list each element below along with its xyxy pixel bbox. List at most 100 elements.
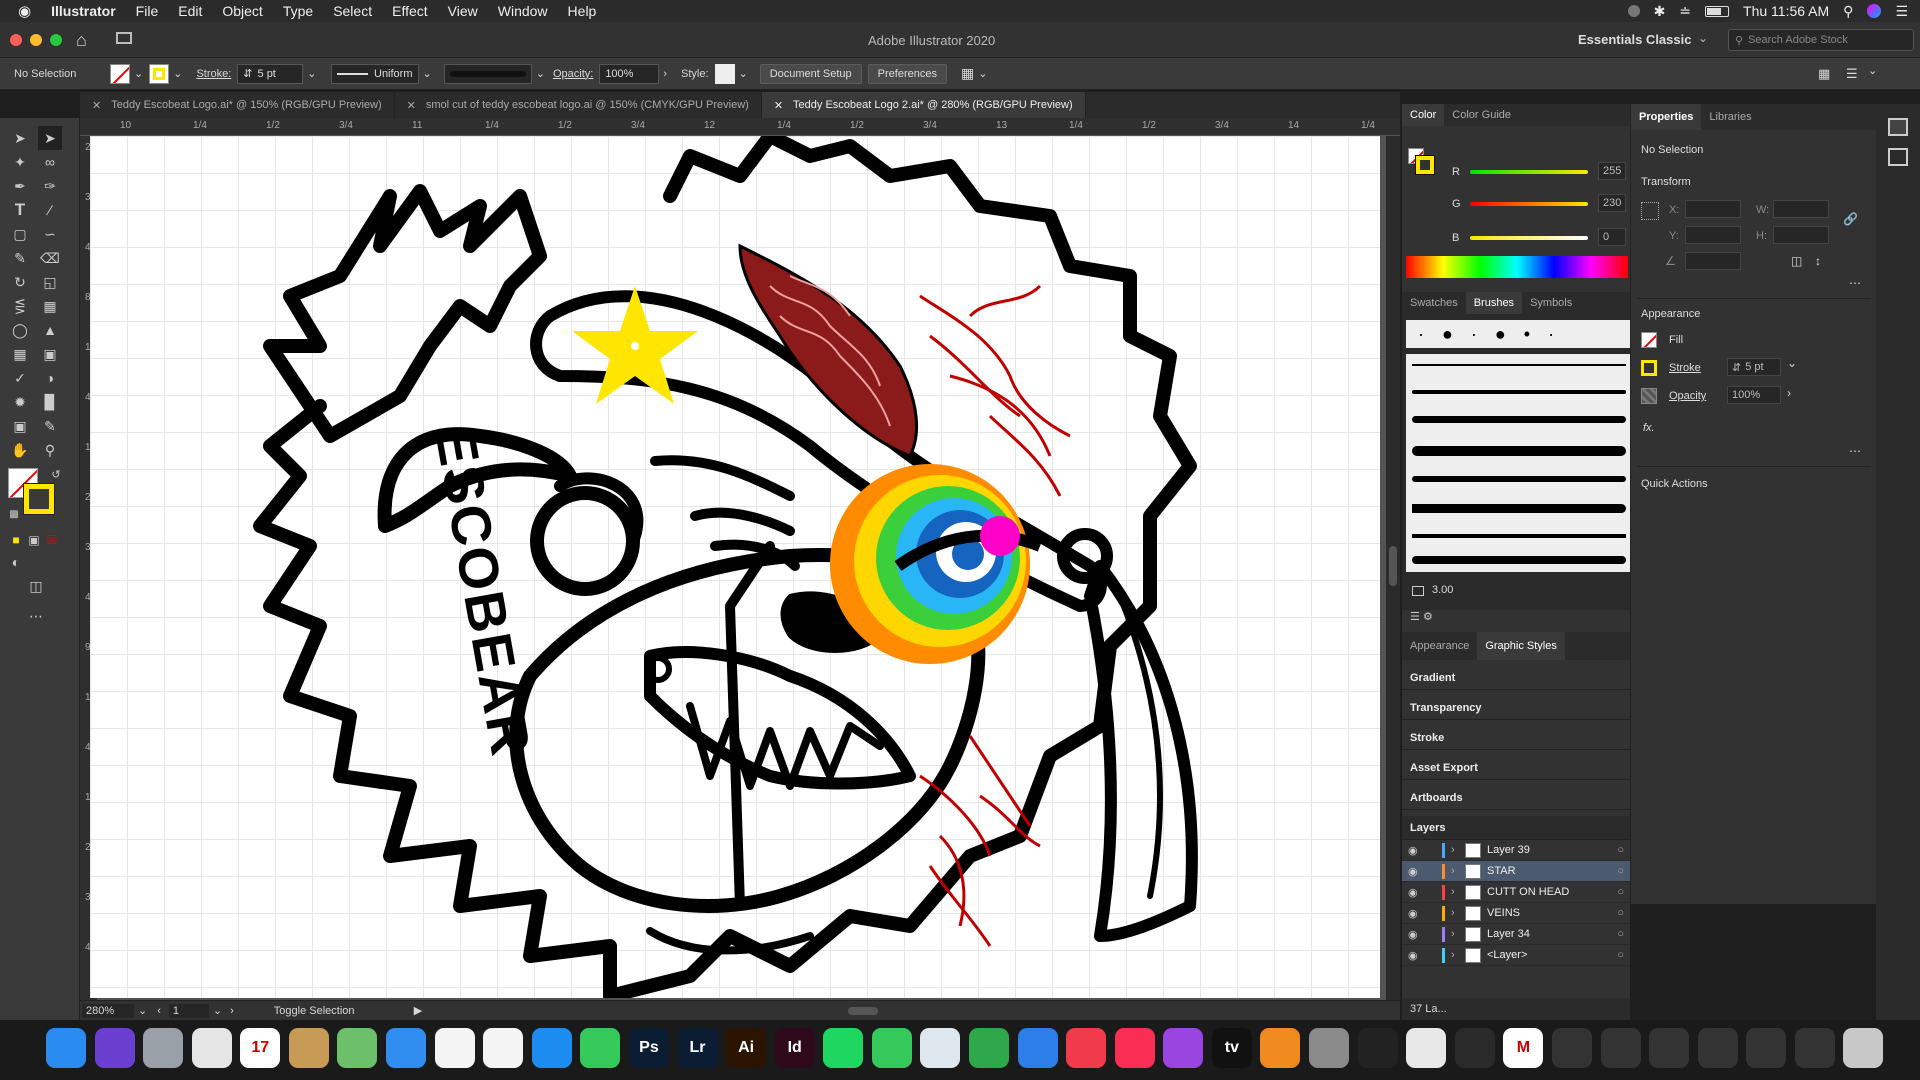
document-tab[interactable]: ✕ smol cut of teddy escobeat logo.ai @ 15… [395, 92, 762, 118]
chevron-down-icon[interactable]: ⌄ [978, 67, 987, 80]
zoom-window-icon[interactable] [50, 34, 62, 46]
stroke-swatch[interactable] [1641, 360, 1657, 376]
layer-row[interactable]: ◉ › Layer 34 ○ [1402, 924, 1630, 945]
dock-icon-window-3[interactable] [1649, 1028, 1690, 1068]
dock-icon-calendar[interactable]: 17 [240, 1028, 281, 1068]
brush-libraries-icon[interactable]: ☰ [1410, 611, 1420, 623]
previous-artboard-icon[interactable]: ‹ [157, 1005, 161, 1017]
layer-row[interactable]: ◉ › CUTT ON HEAD ○ [1402, 882, 1630, 903]
brow[interactable] [650, 455, 795, 501]
dock-icon-preview[interactable] [920, 1028, 961, 1068]
dock-icon-indesign[interactable]: Id [774, 1028, 815, 1068]
dock-icon-tv[interactable]: tv [1211, 1028, 1252, 1068]
color-ramp[interactable] [1406, 256, 1628, 278]
gradient-tool-icon[interactable]: ▣ [38, 342, 62, 366]
paintbrush-tool-icon[interactable]: ∽ [38, 222, 62, 246]
dock-icon-books[interactable] [1260, 1028, 1301, 1068]
line-tool-icon[interactable]: ∕ [38, 198, 62, 222]
perspective-grid-tool-icon[interactable]: ▲ [38, 318, 62, 342]
dock-icon-activity-monitor[interactable] [1357, 1028, 1398, 1068]
canvas-area[interactable]: ESCOBEAR [90, 136, 1386, 1002]
more-options-icon[interactable]: ⋯ [1849, 276, 1861, 290]
eyedropper-tool-icon[interactable]: ✓ [8, 366, 32, 390]
wifi-icon[interactable]: ≐ [1679, 3, 1691, 20]
expand-chevron-icon[interactable]: › [1451, 928, 1463, 940]
dock-icon-finder[interactable] [46, 1028, 86, 1068]
align-options-icon[interactable]: ▦ [961, 65, 974, 82]
dock-icon-chrome[interactable] [191, 1028, 232, 1068]
menu-window[interactable]: Window [488, 3, 558, 19]
shape-builder-tool-icon[interactable]: ◯ [8, 318, 32, 342]
panel-menu-icon[interactable]: ☰ [1846, 66, 1858, 82]
dock-icon-app-store[interactable] [531, 1028, 572, 1068]
dock-icon-window-4[interactable] [1697, 1028, 1738, 1068]
minimize-window-icon[interactable] [30, 34, 42, 46]
stroke-weight-field[interactable]: ⇵ 5 pt [1727, 358, 1781, 376]
dock-icon-music[interactable] [1114, 1028, 1155, 1068]
dock-icon-siri[interactable] [94, 1028, 135, 1068]
status-dot-icon[interactable] [1627, 5, 1640, 17]
chevron-down-icon[interactable]: ⌄ [138, 1004, 147, 1017]
menubar-clock[interactable]: Thu 11:56 AM [1743, 3, 1829, 19]
visibility-eye-icon[interactable]: ◉ [1408, 865, 1428, 878]
dock-icon-spotify[interactable] [823, 1028, 864, 1068]
home-icon[interactable]: ⌂ [76, 30, 87, 51]
dock-icon-safari[interactable] [386, 1028, 427, 1068]
r-slider[interactable] [1470, 170, 1588, 174]
visibility-eye-icon[interactable]: ◉ [1408, 886, 1428, 899]
layer-name[interactable]: STAR [1487, 865, 1516, 877]
edit-toolbar-icon[interactable]: ⋯ [24, 604, 48, 628]
tab-symbols[interactable]: Symbols [1522, 297, 1580, 309]
chevron-right-icon[interactable]: › [663, 68, 667, 80]
stroke-label[interactable]: Stroke: [196, 68, 231, 80]
stock-search-input[interactable]: ⚲ Search Adobe Stock [1728, 29, 1914, 51]
direct-selection-tool-icon[interactable]: ➤ [38, 126, 62, 150]
document-tab-active[interactable]: ✕ Teddy Escobeat Logo 2.ai* @ 280% (RGB/G… [761, 92, 1086, 118]
tab-color-guide[interactable]: Color Guide [1444, 109, 1519, 121]
chevron-down-icon[interactable]: ⌄ [213, 1004, 222, 1017]
knife-blade[interactable] [1084, 560, 1198, 942]
panel-artboards[interactable]: Artboards [1402, 786, 1630, 810]
next-artboard-icon[interactable]: › [230, 1005, 234, 1017]
document-tab[interactable]: ✕ Teddy Escobeat Logo.ai* @ 150% (RGB/GPU… [80, 92, 395, 118]
status-mode[interactable]: Toggle Selection [274, 1005, 414, 1017]
pen-tool-icon[interactable]: ✒ [8, 174, 32, 198]
dock-icon-trash[interactable] [1843, 1028, 1884, 1068]
brush-strokes[interactable] [1406, 354, 1630, 572]
preferences-button[interactable]: Preferences [867, 63, 947, 84]
dock-icon-system-preferences[interactable] [1309, 1028, 1350, 1068]
flip-vertical-icon[interactable]: ↕ [1815, 254, 1821, 268]
layer-row[interactable]: ◉ › VEINS ○ [1402, 903, 1630, 924]
chevron-down-icon[interactable]: ⌄ [1868, 64, 1877, 77]
properties-panel-icon[interactable] [1888, 118, 1908, 136]
chevron-down-icon[interactable]: ⌄ [1787, 356, 1797, 370]
target-circle-icon[interactable]: ○ [1617, 886, 1624, 898]
tab-appearance[interactable]: Appearance [1402, 640, 1477, 652]
rotate-field[interactable] [1685, 252, 1741, 270]
visibility-eye-icon[interactable]: ◉ [1408, 928, 1428, 941]
tab-properties[interactable]: Properties [1631, 104, 1702, 130]
opacity-label[interactable]: Opacity: [553, 68, 593, 80]
stroke-swatch[interactable] [149, 63, 170, 84]
stroke-swatch[interactable] [1415, 155, 1435, 175]
layer-row[interactable]: ◉ › Layer 39 ○ [1402, 840, 1630, 861]
b-slider[interactable] [1470, 236, 1588, 240]
dock-icon-window-1[interactable] [1551, 1028, 1592, 1068]
dock-icon-notes[interactable] [288, 1028, 329, 1068]
arrange-icon[interactable]: ▦ [1818, 66, 1830, 82]
layer-name[interactable]: <Layer> [1487, 949, 1527, 961]
target-circle-icon[interactable]: ○ [1617, 865, 1624, 877]
menu-help[interactable]: Help [558, 3, 607, 19]
symbol-sprayer-tool-icon[interactable]: ✹ [8, 390, 32, 414]
close-window-icon[interactable] [10, 34, 22, 46]
layer-row[interactable]: ◉ › STAR ○ [1402, 861, 1630, 882]
opacity-field[interactable]: 100% [599, 63, 660, 84]
chevron-down-icon[interactable]: ⌄ [173, 67, 182, 80]
battery-icon[interactable] [1705, 5, 1730, 17]
dock-icon-window-6[interactable] [1794, 1028, 1835, 1068]
opacity-field[interactable]: 100% [1727, 386, 1781, 404]
variable-width-profile[interactable]: Uniform [330, 63, 419, 84]
layer-row[interactable]: ◉ › <Layer> ○ [1402, 945, 1630, 966]
menu-app-name[interactable]: Illustrator [41, 3, 126, 19]
dock-icon-launchpad[interactable] [143, 1028, 184, 1068]
